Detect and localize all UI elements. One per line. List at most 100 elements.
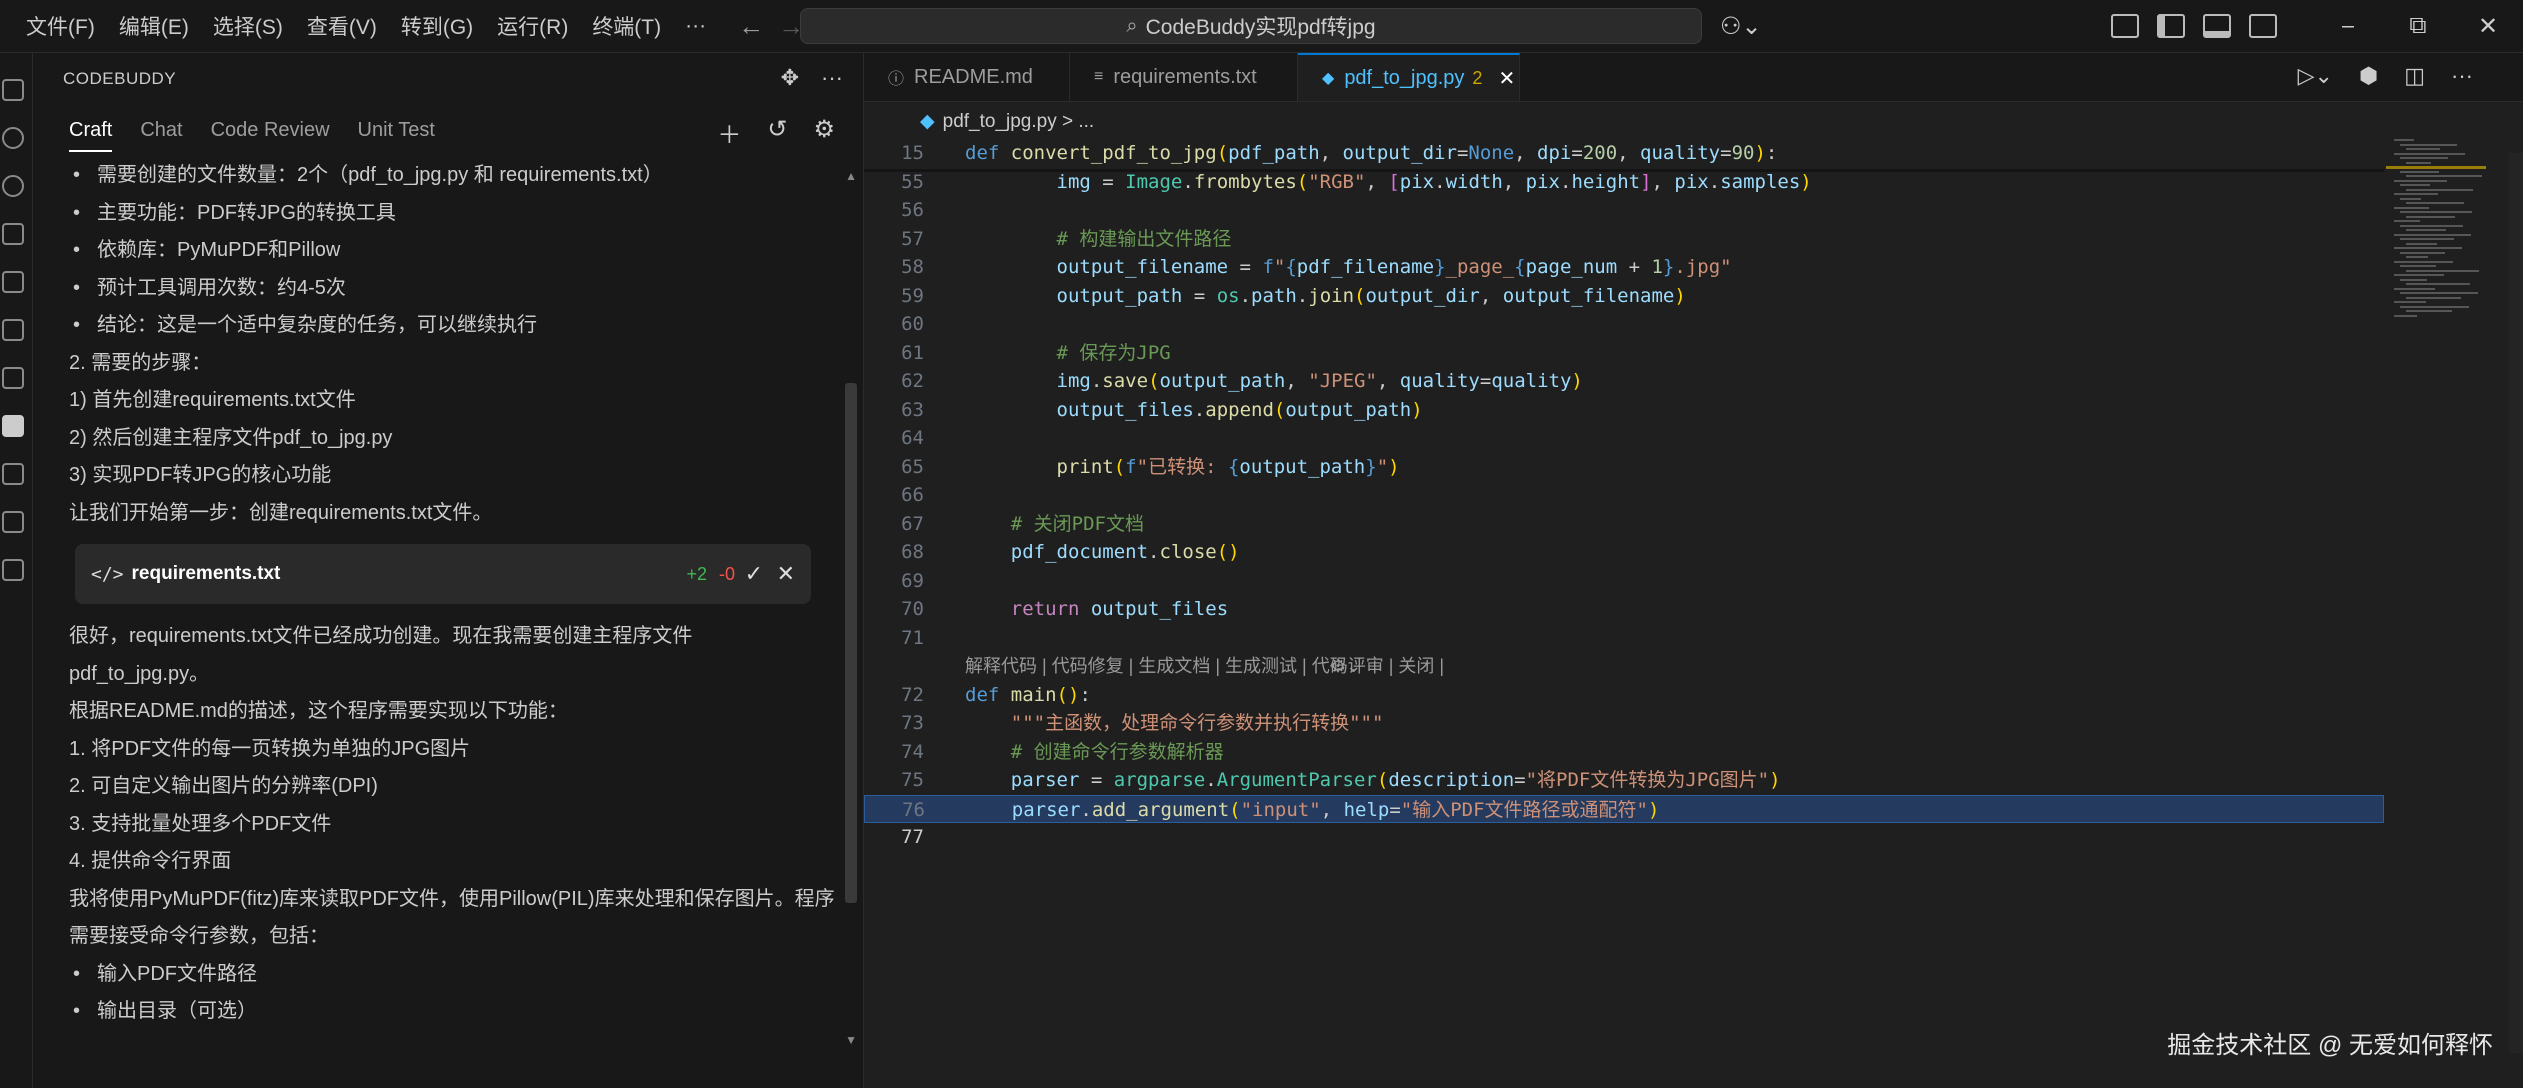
file-card-name[interactable]: requirements.txt (132, 563, 281, 585)
code-line[interactable]: 71 (864, 624, 2384, 652)
tab-chat[interactable]: Chat (140, 119, 182, 152)
chat-paragraph: 让我们开始第一步：创建requirements.txt文件。 (69, 501, 493, 524)
run-debug-icon[interactable] (2, 223, 24, 245)
code-text[interactable]: output_filename = f"{pdf_filename}_page_… (965, 253, 1732, 281)
breadcrumb[interactable]: ◆ pdf_to_jpg.py > ... (920, 110, 1094, 133)
code-text[interactable]: """主函数，处理命令行参数并执行转换""" (965, 709, 1384, 737)
file-change-card[interactable]: </> requirements.txt +2 -0 ✓ ✕ (75, 544, 811, 604)
command-center-search[interactable]: ⌕ CodeBuddy实现pdf转jpg (800, 8, 1702, 44)
editor-scrollbar[interactable] (2509, 153, 2523, 1053)
codebuddy-icon[interactable] (2, 415, 24, 437)
close-window-button[interactable]: ✕ (2453, 12, 2523, 41)
code-text[interactable]: parser.add_argument("input", help="输入PDF… (966, 796, 1660, 824)
maximize-button[interactable]: ⧉ (2383, 12, 2453, 40)
code-line[interactable]: 57 # 构建输出文件路径 (864, 225, 2384, 253)
code-text[interactable]: img.save(output_path, "JPEG", quality=qu… (965, 367, 1583, 395)
menu-item-7[interactable]: ··· (673, 14, 718, 38)
code-line[interactable]: 61 # 保存为JPG (864, 339, 2384, 367)
run-python-icon[interactable]: ▷⌄ (2298, 63, 2333, 89)
customize-layout-icon[interactable] (2111, 14, 2139, 38)
menu-item-3[interactable]: 查看(V) (295, 11, 389, 41)
code-line[interactable]: 60 (864, 310, 2384, 338)
move-view-icon[interactable]: ✥ (781, 65, 799, 91)
menu-item-1[interactable]: 编辑(E) (107, 11, 201, 41)
code-line[interactable]: 66 (864, 481, 2384, 509)
copilot-icon[interactable]: ⚇⌄ (1720, 12, 1762, 41)
codebuddy-editor-icon[interactable]: ⬢ (2359, 63, 2378, 89)
source-control-icon[interactable] (2, 175, 24, 197)
split-editor-icon[interactable]: ◫ (2404, 63, 2425, 89)
toggle-secondary-sidebar-icon[interactable] (2249, 14, 2277, 38)
code-text[interactable]: return output_files (965, 595, 1228, 623)
code-line[interactable]: 74 # 创建命令行参数解析器 (864, 738, 2384, 766)
close-tab-icon[interactable]: ✕ (1498, 66, 1515, 91)
code-line[interactable]: 63 output_files.append(output_path) (864, 396, 2384, 424)
menu-item-0[interactable]: 文件(F) (14, 11, 107, 41)
code-line[interactable]: 69 (864, 567, 2384, 595)
menu-item-6[interactable]: 终端(T) (580, 11, 673, 41)
back-arrow-icon[interactable]: ← (738, 11, 764, 42)
menu-item-4[interactable]: 转到(G) (389, 11, 485, 41)
history-icon[interactable]: ↺ (767, 115, 787, 150)
code-text[interactable]: parser = argparse.ArgumentParser(descrip… (965, 766, 1781, 794)
code-line[interactable]: 64 (864, 424, 2384, 452)
scroll-down-arrow-icon[interactable]: ▼ (845, 1033, 857, 1047)
testing-icon[interactable] (2, 319, 24, 341)
code-text[interactable]: print(f"已转换: {output_path}") (965, 453, 1400, 481)
menu-item-2[interactable]: 选择(S) (201, 11, 295, 41)
new-chat-icon[interactable]: ＋ (717, 115, 741, 150)
python-icon[interactable] (2, 511, 24, 533)
code-line[interactable]: 76 parser.add_argument("input", help="输入… (864, 794, 2384, 824)
code-text[interactable]: def convert_pdf_to_jpg(pdf_path, output_… (965, 139, 1777, 167)
menu-item-5[interactable]: 运行(R) (485, 11, 580, 41)
toggle-primary-sidebar-icon[interactable] (2157, 14, 2185, 38)
code-line[interactable]: 62 img.save(output_path, "JPEG", quality… (864, 367, 2384, 395)
scroll-up-arrow-icon[interactable]: ▲ (845, 169, 857, 183)
editor-more-icon[interactable]: ··· (2451, 63, 2473, 89)
codelens-menu-icon[interactable]: ⚙⌄ (1330, 652, 1361, 680)
codelens-actions[interactable]: 解释代码 | 代码修复 | 生成文档 | 生成测试 | 代码评审 | 关闭 | … (864, 652, 2384, 680)
more-actions-icon[interactable]: ··· (821, 65, 843, 91)
editor-tab-2[interactable]: ◆ pdf_to_jpg.py 2 ✕ (1298, 53, 1520, 101)
extensions-icon[interactable] (2, 271, 24, 293)
minimap[interactable] (2386, 139, 2496, 339)
code-text[interactable]: pdf_document.close() (965, 538, 1240, 566)
tab-craft[interactable]: Craft (69, 119, 113, 152)
code-line[interactable]: 70 return output_files (864, 595, 2384, 623)
code-line[interactable]: 72 def main(): (864, 681, 2384, 709)
code-text[interactable]: # 构建输出文件路径 (965, 225, 1232, 253)
chat-paragraph: 2. 需要的步骤： (69, 351, 212, 374)
docker-icon[interactable] (2, 463, 24, 485)
accept-check-icon[interactable]: ✓ (745, 561, 763, 587)
code-line[interactable]: 73 """主函数，处理命令行参数并执行转换""" (864, 709, 2384, 737)
tab-code-review[interactable]: Code Review (211, 119, 330, 152)
editor-tab-0[interactable]: ⓘ README.md (864, 53, 1070, 101)
code-line[interactable]: 65 print(f"已转换: {output_path}") (864, 453, 2384, 481)
toggle-panel-icon[interactable] (2203, 14, 2231, 38)
code-line[interactable]: 67 # 关闭PDF文档 (864, 510, 2384, 538)
code-text[interactable]: # 创建命令行参数解析器 (965, 738, 1224, 766)
sidebar-scrollbar[interactable] (845, 383, 857, 903)
code-line[interactable]: 59 output_path = os.path.join(output_dir… (864, 282, 2384, 310)
code-text[interactable]: # 关闭PDF文档 (965, 510, 1144, 538)
code-line[interactable]: 77 (864, 823, 2384, 851)
tab-unit-test[interactable]: Unit Test (358, 119, 435, 152)
code-line[interactable]: 56 (864, 196, 2384, 224)
code-text[interactable]: output_files.append(output_path) (965, 396, 1423, 424)
code-line[interactable]: 75 parser = argparse.ArgumentParser(desc… (864, 766, 2384, 794)
editor-tab-1[interactable]: ≡ requirements.txt (1070, 53, 1298, 101)
code-line[interactable]: 58 output_filename = f"{pdf_filename}_pa… (864, 253, 2384, 281)
remote-explorer-icon[interactable] (2, 367, 24, 389)
reject-close-icon[interactable]: ✕ (777, 561, 795, 587)
code-text[interactable]: # 保存为JPG (965, 339, 1171, 367)
database-icon[interactable] (2, 559, 24, 581)
settings-gear-icon[interactable]: ⚙ (813, 115, 835, 150)
code-text[interactable]: def main(): (965, 681, 1091, 709)
code-line[interactable]: 15 def convert_pdf_to_jpg(pdf_path, outpu… (864, 139, 2384, 167)
code-text[interactable]: output_path = os.path.join(output_dir, o… (965, 282, 1686, 310)
minimize-button[interactable]: ⎯ (2313, 12, 2383, 40)
code-line[interactable]: 68 pdf_document.close() (864, 538, 2384, 566)
search-icon[interactable] (2, 127, 24, 149)
codelens-links[interactable]: 解释代码 | 代码修复 | 生成文档 | 生成测试 | 代码评审 | 关闭 | (965, 652, 1444, 680)
explorer-icon[interactable] (2, 79, 24, 101)
